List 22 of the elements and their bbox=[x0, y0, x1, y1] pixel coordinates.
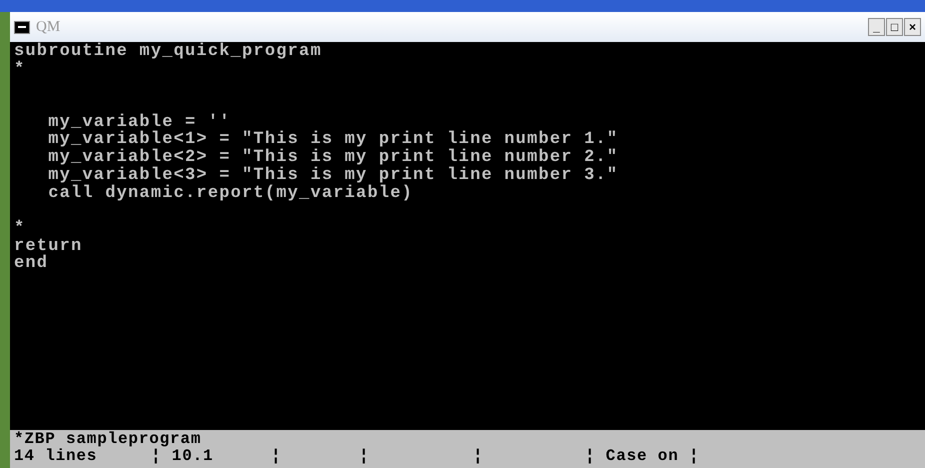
code-line: * bbox=[14, 218, 26, 238]
code-line: my_variable = '' bbox=[47, 112, 231, 132]
file-name: *ZBP sampleprogram bbox=[14, 430, 202, 448]
status-field: 14 lines bbox=[14, 447, 98, 465]
console-icon bbox=[14, 20, 30, 34]
status-field: ¦ 10.1 bbox=[151, 447, 214, 465]
code-line: subroutine my_quick_program bbox=[14, 42, 322, 61]
code-line: my_variable<3> = "This is my print line number 3." bbox=[47, 166, 618, 185]
status-field: ¦ bbox=[271, 447, 282, 465]
status-field: ¦ bbox=[359, 447, 370, 465]
code-line: call dynamic.report(my_variable) bbox=[47, 184, 414, 202]
minimize-button[interactable]: _ bbox=[868, 18, 885, 36]
code-line: my_variable<1> = "This is my print line number 1." bbox=[47, 130, 618, 150]
code-line: my_variable<2> = "This is my print line number 2." bbox=[47, 148, 618, 168]
maximize-button[interactable]: □ bbox=[886, 18, 903, 36]
window-title: QM bbox=[36, 18, 60, 37]
code-line: return bbox=[14, 236, 82, 256]
status-field: ¦ bbox=[473, 447, 484, 465]
code-line: * bbox=[14, 60, 26, 79]
status-field: ¦ Case on ¦ bbox=[585, 447, 700, 465]
code-line: end bbox=[14, 254, 48, 274]
close-button[interactable]: × bbox=[904, 18, 921, 36]
